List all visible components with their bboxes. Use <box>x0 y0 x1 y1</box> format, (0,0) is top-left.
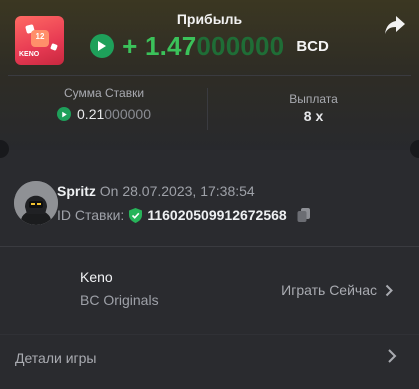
play-now-button[interactable]: Играть Сейчас <box>281 282 393 298</box>
profit-amount-significant: + 1.47 <box>122 30 197 61</box>
keno-thumb-text: KENO <box>19 51 40 58</box>
divider <box>0 334 419 335</box>
bcd-coin-icon <box>90 34 115 58</box>
chevron-right-icon <box>385 284 393 296</box>
ticket-notch-right <box>410 140 419 158</box>
profit-amount-trailing-zeros: 000000 <box>196 30 285 61</box>
bcd-coin-icon <box>57 107 72 121</box>
verified-shield-icon <box>129 207 143 223</box>
game-provider: BC Originals <box>80 292 159 308</box>
game-details-label: Детали игры <box>15 350 97 366</box>
divider <box>8 75 411 76</box>
avatar[interactable] <box>14 181 58 225</box>
play-now-label: Играть Сейчас <box>281 282 377 298</box>
profit-amount: + 1.47000000 <box>122 31 284 62</box>
user-line: Spritz On 28.07.2023, 17:38:54 <box>57 183 255 199</box>
user-name[interactable]: Spritz <box>57 183 96 199</box>
bet-amount-significant: 0.21 <box>77 106 105 122</box>
bet-id-value: 116020509912672568 <box>147 207 287 223</box>
keno-game-thumbnail[interactable]: 12 KENO <box>15 16 64 65</box>
bet-amount-trailing-zeros: 000000 <box>104 106 151 122</box>
game-title[interactable]: Keno <box>80 269 113 285</box>
copy-icon[interactable] <box>296 207 312 223</box>
bet-date: On 28.07.2023, 17:38:54 <box>99 183 255 199</box>
payout-label: Выплата <box>289 92 338 106</box>
chevron-right-icon[interactable] <box>387 348 397 364</box>
bet-id-label: ID Ставки: <box>57 207 125 223</box>
bet-amount-row: 0.21000000 <box>0 106 208 122</box>
profit-currency: BCD <box>296 37 329 55</box>
payout-value: 8 x <box>303 108 324 124</box>
bet-amount-value: 0.21000000 <box>77 106 151 122</box>
bet-amount-label: Сумма Ставки <box>63 86 145 100</box>
bet-id-line: ID Ставки: 116020509912672568 <box>57 207 312 223</box>
keno-thumb-number: 12 <box>35 32 45 41</box>
